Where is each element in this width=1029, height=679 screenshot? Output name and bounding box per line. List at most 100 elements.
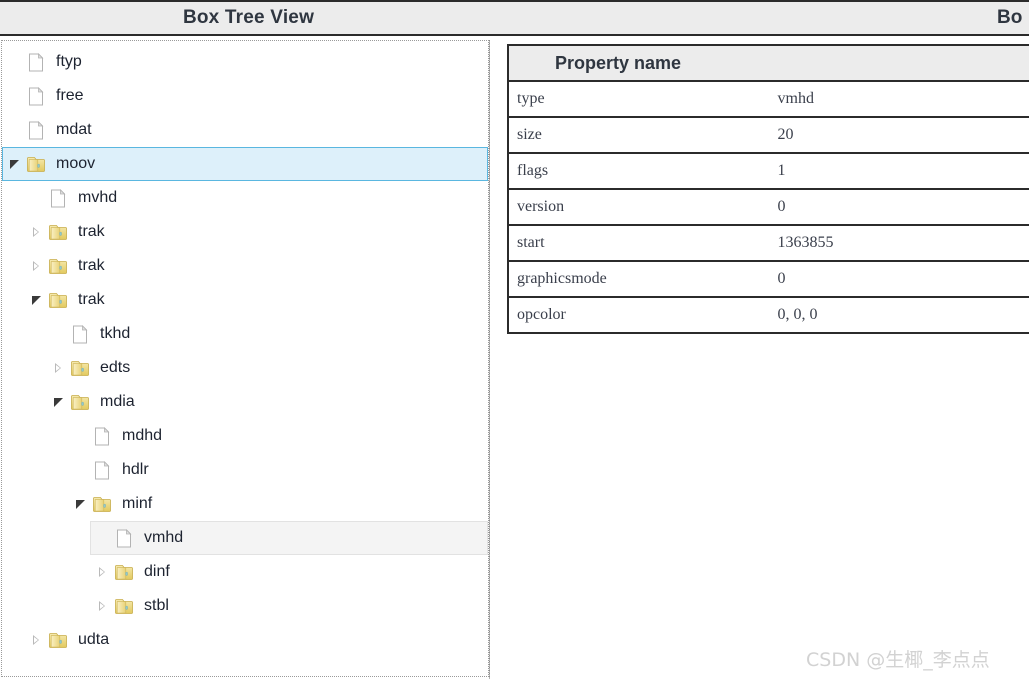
property-name-column-header: Property name bbox=[507, 44, 1029, 82]
chevron-down-icon[interactable] bbox=[51, 394, 67, 410]
tree-item-label: hdlr bbox=[122, 461, 149, 478]
tree-item-label: mdhd bbox=[122, 427, 163, 444]
chevron-down-icon[interactable] bbox=[29, 292, 45, 308]
tree-item-label: trak bbox=[78, 291, 105, 308]
tree-item-mdia[interactable]: mdia bbox=[2, 385, 488, 419]
chevron-right-icon[interactable] bbox=[95, 564, 111, 580]
property-name-cell: type bbox=[507, 81, 774, 118]
property-value-cell: 20 bbox=[773, 117, 1029, 154]
tree-item-label: trak bbox=[78, 257, 105, 274]
chevron-right-icon[interactable] bbox=[29, 258, 45, 274]
tree-item-mvhd[interactable]: mvhd bbox=[2, 181, 488, 215]
tree-item-dinf[interactable]: dinf bbox=[2, 555, 488, 589]
tree-item-label: mdat bbox=[56, 121, 92, 138]
property-value-cell: 0 bbox=[773, 189, 1029, 226]
property-row[interactable]: flags 1 bbox=[507, 153, 1029, 190]
tree-item-highlight bbox=[2, 249, 488, 283]
chevron-down-icon[interactable] bbox=[73, 496, 89, 512]
tree-item-highlight bbox=[2, 181, 488, 215]
tree-item-mdhd[interactable]: mdhd bbox=[2, 419, 488, 453]
property-row[interactable]: version 0 bbox=[507, 189, 1029, 226]
chevron-right-icon[interactable] bbox=[51, 360, 67, 376]
property-name-cell: start bbox=[507, 225, 774, 262]
property-value-cell: 1 bbox=[773, 153, 1029, 190]
tree-item-ftyp[interactable]: ftyp bbox=[2, 45, 488, 79]
csdn-watermark: CSDN @生椰_李点点 bbox=[806, 649, 990, 671]
property-table-body: type vmhd size 20 flags 1 version 0 start 1363855… bbox=[507, 81, 1029, 334]
tree-panel-title: Box Tree View bbox=[182, 7, 315, 28]
tree-item-label: moov bbox=[56, 155, 96, 172]
property-row[interactable]: opcolor 0, 0, 0 bbox=[507, 297, 1029, 334]
property-name-cell: opcolor bbox=[507, 297, 774, 334]
chevron-down-icon[interactable] bbox=[7, 156, 23, 172]
file-icon bbox=[69, 323, 91, 345]
file-icon bbox=[25, 119, 47, 141]
folder-icon bbox=[47, 629, 69, 651]
tree-item-label: edts bbox=[100, 359, 131, 376]
property-name-cell: size bbox=[507, 117, 774, 154]
property-value-cell: 0, 0, 0 bbox=[773, 297, 1029, 334]
chevron-right-icon[interactable] bbox=[95, 598, 111, 614]
folder-icon bbox=[69, 391, 91, 413]
property-value-cell: 0 bbox=[773, 261, 1029, 298]
folder-icon bbox=[113, 561, 135, 583]
tree-item-udta[interactable]: udta bbox=[2, 623, 488, 657]
property-table-header-row: Property name bbox=[507, 44, 1029, 82]
tree-item-highlight bbox=[2, 589, 488, 623]
tree-item-highlight bbox=[2, 555, 488, 589]
tree-item-trak[interactable]: trak bbox=[2, 249, 488, 283]
tree-item-minf[interactable]: minf bbox=[2, 487, 488, 521]
folder-icon bbox=[113, 595, 135, 617]
property-value-cell: vmhd bbox=[773, 81, 1029, 118]
property-row[interactable]: start 1363855 bbox=[507, 225, 1029, 262]
property-value-cell: 1363855 bbox=[773, 225, 1029, 262]
tree-item-highlight bbox=[2, 623, 488, 657]
property-row[interactable]: graphicsmode 0 bbox=[507, 261, 1029, 298]
chevron-right-icon[interactable] bbox=[29, 632, 45, 648]
property-row[interactable]: type vmhd bbox=[507, 81, 1029, 118]
box-tree-panel[interactable]: ftyp free mdat moov mvhd trak trak trak tkhd edts… bbox=[1, 40, 489, 677]
tree-item-trak[interactable]: trak bbox=[2, 215, 488, 249]
tree-item-label: mdia bbox=[100, 393, 135, 410]
tree-item-moov[interactable]: moov bbox=[2, 147, 488, 181]
tree-item-tkhd[interactable]: tkhd bbox=[2, 317, 488, 351]
box-tree: ftyp free mdat moov mvhd trak trak trak tkhd edts… bbox=[2, 41, 488, 657]
tree-item-label: dinf bbox=[144, 563, 170, 580]
property-name-cell: version bbox=[507, 189, 774, 226]
folder-icon bbox=[25, 153, 47, 175]
file-icon bbox=[47, 187, 69, 209]
panel-divider[interactable] bbox=[489, 40, 490, 679]
tree-item-stbl[interactable]: stbl bbox=[2, 589, 488, 623]
tree-item-label: stbl bbox=[144, 597, 169, 614]
property-panel-title: Bo bbox=[997, 7, 1023, 28]
window-header-bar: Box Tree View Bo bbox=[0, 0, 1029, 36]
tree-item-label: minf bbox=[122, 495, 153, 512]
property-row[interactable]: size 20 bbox=[507, 117, 1029, 154]
folder-icon bbox=[47, 221, 69, 243]
tree-item-vmhd[interactable]: vmhd bbox=[2, 521, 488, 555]
tree-item-label: udta bbox=[78, 631, 110, 648]
file-icon bbox=[25, 85, 47, 107]
tree-item-label: mvhd bbox=[78, 189, 118, 206]
folder-icon bbox=[91, 493, 113, 515]
file-icon bbox=[91, 459, 113, 481]
property-name-cell: flags bbox=[507, 153, 774, 190]
tree-item-hdlr[interactable]: hdlr bbox=[2, 453, 488, 487]
tree-item-highlight bbox=[2, 215, 488, 249]
tree-item-edts[interactable]: edts bbox=[2, 351, 488, 385]
tree-item-highlight bbox=[2, 283, 488, 317]
tree-item-free[interactable]: free bbox=[2, 79, 488, 113]
chevron-right-icon[interactable] bbox=[29, 224, 45, 240]
property-name-cell: graphicsmode bbox=[507, 261, 774, 298]
tree-item-label: trak bbox=[78, 223, 105, 240]
tree-item-mdat[interactable]: mdat bbox=[2, 113, 488, 147]
folder-icon bbox=[47, 289, 69, 311]
tree-item-trak[interactable]: trak bbox=[2, 283, 488, 317]
tree-item-label: tkhd bbox=[100, 325, 131, 342]
